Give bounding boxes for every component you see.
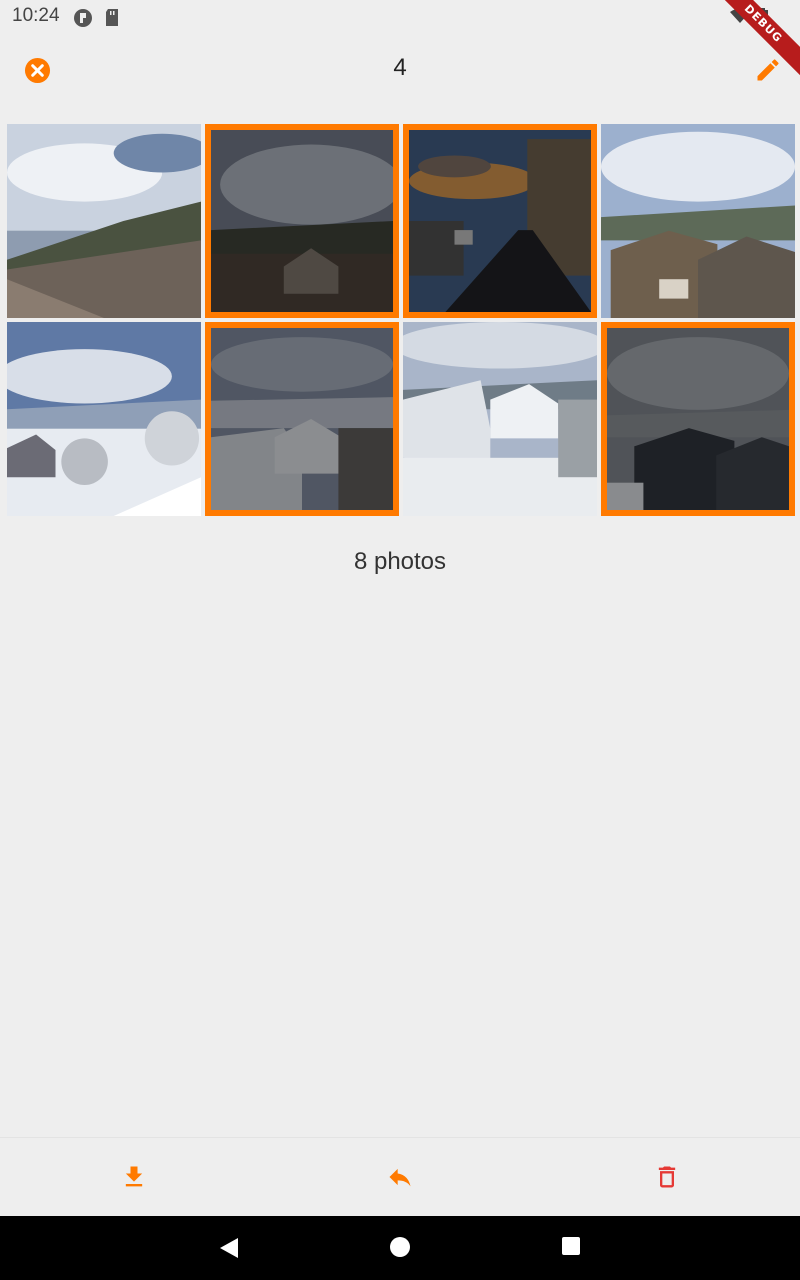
photo-tile-selected[interactable] (601, 322, 795, 516)
photo-count-label: 8 photos (353, 548, 447, 575)
trash-icon[interactable] (653, 1163, 681, 1191)
selection-app-bar: 4 (0, 34, 800, 106)
photo-tile-selected[interactable] (205, 322, 399, 516)
photo-image (7, 322, 201, 516)
photo-tile[interactable] (601, 124, 795, 318)
photo-tile[interactable] (403, 322, 597, 516)
selected-count: 4 (393, 54, 407, 81)
photo-grid (7, 124, 795, 516)
photo-tile-selected[interactable] (403, 124, 597, 318)
selection-overlay (211, 328, 393, 510)
selection-overlay (211, 130, 393, 312)
status-time: 10:24 (12, 5, 60, 26)
sd-card-icon (106, 9, 118, 26)
photo-image (7, 124, 201, 318)
home-icon[interactable] (389, 1236, 411, 1258)
app-notification-icon (74, 9, 92, 27)
bottom-action-bar (0, 1137, 800, 1217)
selection-overlay (409, 130, 591, 312)
selection-overlay (607, 328, 789, 510)
download-icon[interactable] (120, 1163, 148, 1191)
recents-icon[interactable] (561, 1236, 581, 1256)
photo-tile-selected[interactable] (205, 124, 399, 318)
photo-image (403, 322, 597, 516)
reply-icon[interactable] (386, 1163, 414, 1191)
photo-tile[interactable] (7, 322, 201, 516)
photo-tile[interactable] (7, 124, 201, 318)
pencil-edit-icon[interactable] (754, 56, 782, 84)
system-nav-bar (0, 1216, 800, 1280)
status-bar: 10:24 DEBUG (0, 0, 800, 85)
back-icon[interactable] (218, 1236, 240, 1260)
photo-image (601, 124, 795, 318)
